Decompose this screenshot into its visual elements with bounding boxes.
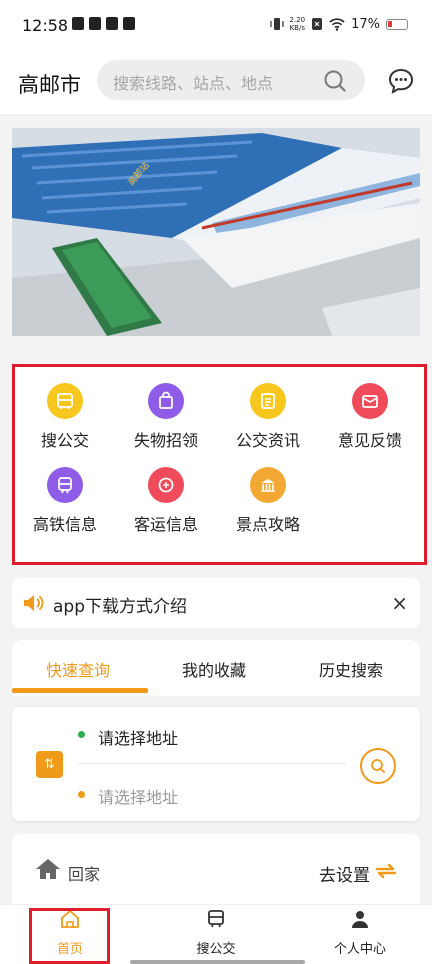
nav-profile[interactable]: 个人中心 (310, 909, 410, 957)
notice-text: app下载方式介绍 (53, 597, 187, 617)
origin-dot (78, 731, 85, 738)
tiktok-icon (123, 17, 135, 30)
house-icon (36, 859, 60, 879)
service-coach-info[interactable]: 客运信息 (116, 467, 216, 535)
bag-icon (148, 383, 184, 419)
station-illustration: 高邮站 (12, 128, 420, 336)
tab-history[interactable]: 历史搜索 (319, 657, 383, 681)
bus-search-icon (47, 383, 83, 419)
app-notification-icon (89, 17, 101, 30)
net-speed-unit: KB/s (289, 24, 305, 32)
service-label: 高铁信息 (32, 515, 97, 534)
battery-icon (386, 18, 408, 30)
person-icon (352, 911, 368, 928)
route-query-card: ⇅ 请选择地址 请选择地址 (12, 707, 420, 821)
bus-icon (208, 910, 224, 928)
service-bus-search[interactable]: 搜公交 (15, 383, 115, 451)
service-label: 意见反馈 (337, 431, 402, 450)
service-label: 搜公交 (40, 431, 89, 450)
nav-label: 个人中心 (333, 942, 386, 957)
vibrate-icon (269, 18, 284, 30)
link-icon (106, 17, 118, 30)
field-divider (78, 763, 346, 764)
service-label: 景点攻略 (235, 515, 300, 534)
tab-quick-query[interactable]: 快速查询 (46, 657, 110, 681)
news-icon (250, 383, 286, 419)
temple-icon (250, 467, 286, 503)
query-tabs: 快速查询 我的收藏 历史搜索 (12, 640, 420, 696)
bottom-nav: 首页 搜公交 个人中心 (0, 904, 432, 964)
notice-close-button[interactable]: × (391, 591, 408, 615)
battery-percent: 17% (351, 16, 380, 32)
train-icon (47, 467, 83, 503)
service-grid: 搜公交 失物招领 公交资讯 意见反馈 高铁信息 客运信息 景点攻略 (12, 364, 427, 565)
go-setting-link[interactable]: 去设置 (319, 861, 370, 886)
no-sim-icon (312, 18, 323, 30)
sim-icon (72, 17, 84, 30)
destination-field[interactable]: 请选择地址 (98, 784, 178, 808)
tab-favorites[interactable]: 我的收藏 (182, 657, 246, 681)
city-selector[interactable]: 高邮市 (18, 69, 81, 99)
gesture-bar (130, 960, 305, 964)
net-speed: 2.20 KB/s (290, 16, 306, 32)
swap-button[interactable]: ⇅ (36, 751, 63, 778)
query-search-button[interactable] (360, 748, 396, 784)
service-label: 客运信息 (133, 515, 198, 534)
home-shortcut-card[interactable]: 回家 去设置 (12, 834, 420, 914)
banner-image[interactable]: 高邮站 (12, 128, 420, 336)
origin-field[interactable]: 请选择地址 (98, 725, 178, 749)
active-tab-indicator (12, 688, 148, 693)
search-placeholder: 搜索线路、站点、地点 (113, 74, 274, 93)
wifi-icon (329, 17, 345, 31)
service-scenic-guide[interactable]: 景点攻略 (218, 467, 318, 535)
search-icon (371, 759, 385, 773)
service-train-info[interactable]: 高铁信息 (15, 467, 115, 535)
status-bar: 12:58 2.20 KB/s 17% (0, 0, 432, 52)
service-feedback[interactable]: 意见反馈 (320, 383, 420, 451)
service-lost-found[interactable]: 失物招领 (116, 383, 216, 451)
destination-dot (78, 791, 85, 798)
search-bar[interactable]: 搜索线路、站点、地点 (97, 60, 365, 100)
status-time: 12:58 (22, 16, 69, 35)
notice-bar[interactable]: app下载方式介绍 × (12, 578, 420, 628)
nav-label: 搜公交 (196, 942, 236, 957)
app-header: 高邮市 搜索线路、站点、地点 (0, 52, 432, 114)
coach-icon (148, 467, 184, 503)
search-icon[interactable] (323, 69, 347, 93)
nav-highlight-box (29, 908, 110, 964)
status-right: 2.20 KB/s 17% (269, 16, 408, 32)
speaker-icon (24, 595, 44, 611)
nav-bus-search[interactable]: 搜公交 (166, 909, 266, 957)
refresh-arrows-icon[interactable] (374, 861, 398, 881)
notification-icons (72, 17, 135, 30)
net-speed-value: 2.20 (289, 16, 306, 24)
home-label: 回家 (68, 865, 101, 884)
service-label: 公交资讯 (235, 431, 300, 450)
message-icon[interactable] (388, 68, 414, 94)
feedback-icon (352, 383, 388, 419)
service-label: 失物招领 (133, 431, 198, 450)
service-bus-news[interactable]: 公交资讯 (218, 383, 318, 451)
